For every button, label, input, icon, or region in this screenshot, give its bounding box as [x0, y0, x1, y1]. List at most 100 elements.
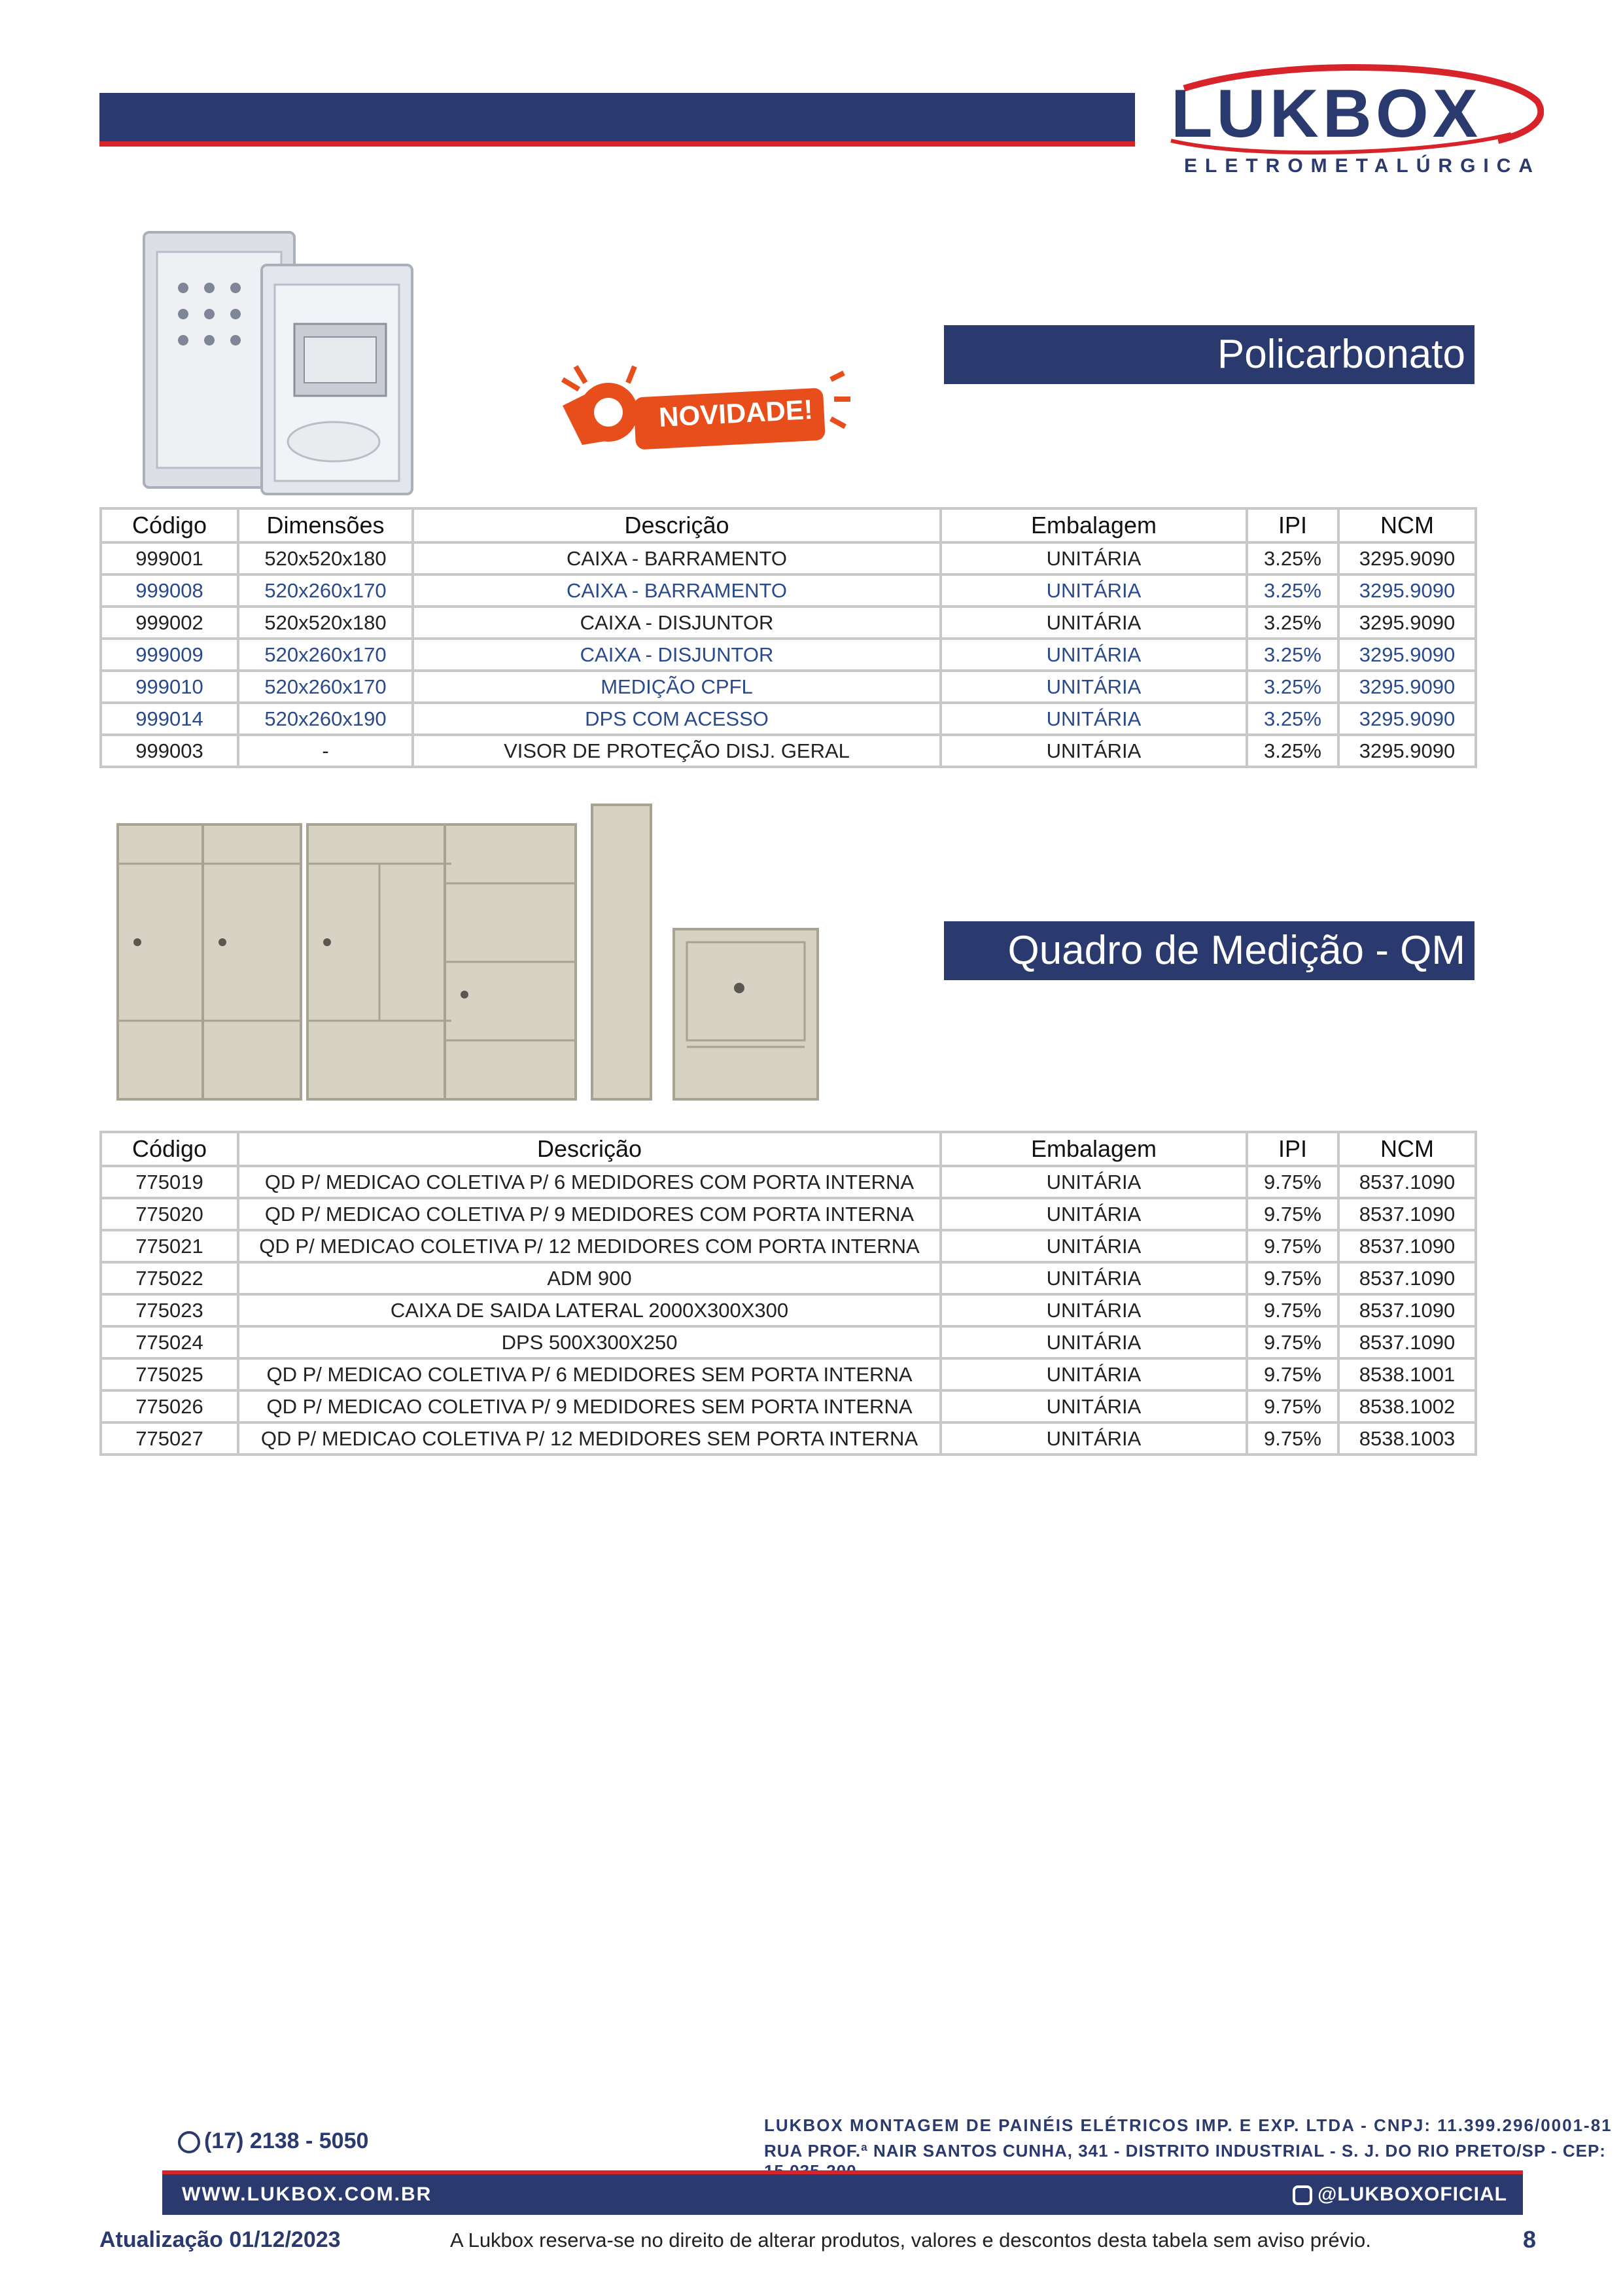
table-row: 999009 520x260x170 CAIXA - DISJUNTOR UNI…	[99, 637, 1477, 672]
footer-bar: WWW.LUKBOX.COM.BR @LUKBOXOFICIAL	[162, 2170, 1523, 2215]
cell-ipi: 9.75%	[1246, 1293, 1340, 1328]
cell-descricao: QD P/ MEDICAO COLETIVA P/ 6 MEDIDORES CO…	[237, 1165, 942, 1199]
cell-ncm: 3295.9090	[1337, 605, 1477, 640]
cell-codigo: 775027	[99, 1421, 239, 1456]
website-link[interactable]: WWW.LUKBOX.COM.BR	[182, 2183, 432, 2206]
cell-ncm: 8537.1090	[1337, 1261, 1477, 1296]
cell-embalagem: UNITÁRIA	[939, 541, 1248, 576]
cell-dimensoes: 520x260x190	[237, 701, 414, 736]
cell-embalagem: UNITÁRIA	[939, 1325, 1248, 1360]
cell-codigo: 775024	[99, 1325, 239, 1360]
section-title-quadro-de-medicao: Quadro de Medição - QM	[944, 921, 1475, 980]
cell-descricao: CAIXA DE SAIDA LATERAL 2000X300X300	[237, 1293, 942, 1328]
social-handle: @LUKBOXOFICIAL	[1318, 2183, 1507, 2205]
cell-ipi: 3.25%	[1246, 669, 1340, 704]
cell-dimensoes: 520x260x170	[237, 573, 414, 608]
cell-codigo: 775022	[99, 1261, 239, 1296]
header-bar	[99, 93, 1135, 147]
cell-ncm: 3295.9090	[1337, 573, 1477, 608]
cell-embalagem: UNITÁRIA	[939, 1293, 1248, 1328]
cell-descricao: CAIXA - BARRAMENTO	[411, 573, 942, 608]
table-row: 999001 520x520x180 CAIXA - BARRAMENTO UN…	[99, 541, 1477, 576]
cell-descricao: MEDIÇÃO CPFL	[411, 669, 942, 704]
instagram-icon	[1293, 2185, 1313, 2206]
cell-codigo: 999010	[99, 669, 239, 704]
cell-codigo: 999008	[99, 573, 239, 608]
cell-codigo: 775025	[99, 1357, 239, 1392]
quadro-table: Código Descrição Embalagem IPI NCM 77501…	[99, 1131, 1477, 1456]
column-header: Código	[99, 1131, 239, 1167]
cell-embalagem: UNITÁRIA	[939, 1421, 1248, 1456]
cell-ipi: 3.25%	[1246, 605, 1340, 640]
cell-ncm: 8537.1090	[1337, 1229, 1477, 1263]
cell-embalagem: UNITÁRIA	[939, 605, 1248, 640]
section-title-policarbonato: Policarbonato	[944, 325, 1475, 384]
brand-logo: LUKBOX ELETROMETALÚRGICA	[1158, 62, 1544, 186]
table-header-row: Código Descrição Embalagem IPI NCM	[99, 1131, 1477, 1167]
table-row: 775025 QD P/ MEDICAO COLETIVA P/ 6 MEDID…	[99, 1357, 1477, 1392]
cell-ipi: 3.25%	[1246, 573, 1340, 608]
cell-ncm: 3295.9090	[1337, 637, 1477, 672]
cell-codigo: 999014	[99, 701, 239, 736]
cell-embalagem: UNITÁRIA	[939, 701, 1248, 736]
table-row: 999008 520x260x170 CAIXA - BARRAMENTO UN…	[99, 573, 1477, 608]
cell-ncm: 3295.9090	[1337, 733, 1477, 768]
cell-descricao: QD P/ MEDICAO COLETIVA P/ 9 MEDIDORES CO…	[237, 1197, 942, 1231]
cell-dimensoes: 520x260x170	[237, 637, 414, 672]
policarbonato-product-image	[137, 226, 425, 501]
cell-ipi: 9.75%	[1246, 1261, 1340, 1296]
cell-dimensoes: -	[237, 733, 414, 768]
cell-ncm: 8537.1090	[1337, 1325, 1477, 1360]
column-header: IPI	[1246, 1131, 1340, 1167]
cell-ncm: 8537.1090	[1337, 1197, 1477, 1231]
cell-ipi: 9.75%	[1246, 1389, 1340, 1424]
table-row: 775027 QD P/ MEDICAO COLETIVA P/ 12 MEDI…	[99, 1421, 1477, 1456]
table-row: 775026 QD P/ MEDICAO COLETIVA P/ 9 MEDID…	[99, 1389, 1477, 1424]
cell-dimensoes: 520x520x180	[237, 605, 414, 640]
cell-ncm: 8538.1003	[1337, 1421, 1477, 1456]
policarbonato-table: Código Dimensões Descrição Embalagem IPI…	[99, 507, 1477, 768]
novidade-badge: NOVIDADE!	[550, 353, 857, 471]
cell-codigo: 999009	[99, 637, 239, 672]
column-header: Código	[99, 507, 239, 544]
cell-ipi: 3.25%	[1246, 637, 1340, 672]
whatsapp-icon	[178, 2131, 200, 2154]
cell-descricao: ADM 900	[237, 1261, 942, 1296]
cell-ipi: 9.75%	[1246, 1229, 1340, 1263]
cell-codigo: 999001	[99, 541, 239, 576]
brand-subtitle: ELETROMETALÚRGICA	[1184, 155, 1541, 177]
cell-ncm: 8538.1002	[1337, 1389, 1477, 1424]
cell-ncm: 3295.9090	[1337, 701, 1477, 736]
column-header: NCM	[1337, 507, 1477, 544]
cell-descricao: QD P/ MEDICAO COLETIVA P/ 9 MEDIDORES SE…	[237, 1389, 942, 1424]
cell-descricao: VISOR DE PROTEÇÃO DISJ. GERAL	[411, 733, 942, 768]
cell-ipi: 9.75%	[1246, 1357, 1340, 1392]
cell-codigo: 775026	[99, 1389, 239, 1424]
footer-company-info: LUKBOX MONTAGEM DE PAINÉIS ELÉTRICOS IMP…	[764, 2115, 1613, 2135]
table-row: 775022 ADM 900 UNITÁRIA 9.75% 8537.1090	[99, 1261, 1477, 1296]
table-row: 999003 - VISOR DE PROTEÇÃO DISJ. GERAL U…	[99, 733, 1477, 768]
cell-ipi: 9.75%	[1246, 1197, 1340, 1231]
cell-dimensoes: 520x260x170	[237, 669, 414, 704]
cell-ncm: 3295.9090	[1337, 541, 1477, 576]
cell-embalagem: UNITÁRIA	[939, 1389, 1248, 1424]
cell-codigo: 775021	[99, 1229, 239, 1263]
phone-number: (17) 2138 - 5050	[204, 2128, 369, 2153]
table-header-row: Código Dimensões Descrição Embalagem IPI…	[99, 507, 1477, 544]
cell-descricao: QD P/ MEDICAO COLETIVA P/ 12 MEDIDORES S…	[237, 1421, 942, 1456]
cell-codigo: 775020	[99, 1197, 239, 1231]
quadro-product-image	[111, 798, 831, 1112]
cell-dimensoes: 520x520x180	[237, 541, 414, 576]
footer-phone[interactable]: (17) 2138 - 5050	[178, 2128, 368, 2154]
table-row: 775020 QD P/ MEDICAO COLETIVA P/ 9 MEDID…	[99, 1197, 1477, 1231]
cell-codigo: 775019	[99, 1165, 239, 1199]
instagram-link[interactable]: @LUKBOXOFICIAL	[1293, 2183, 1507, 2206]
cell-embalagem: UNITÁRIA	[939, 1357, 1248, 1392]
cell-embalagem: UNITÁRIA	[939, 733, 1248, 768]
cell-ncm: 8538.1001	[1337, 1357, 1477, 1392]
cell-descricao: DPS 500X300X250	[237, 1325, 942, 1360]
brand-name: LUKBOX	[1171, 76, 1482, 152]
table-row: 775019 QD P/ MEDICAO COLETIVA P/ 6 MEDID…	[99, 1165, 1477, 1199]
cell-codigo: 999003	[99, 733, 239, 768]
cell-ipi: 3.25%	[1246, 701, 1340, 736]
